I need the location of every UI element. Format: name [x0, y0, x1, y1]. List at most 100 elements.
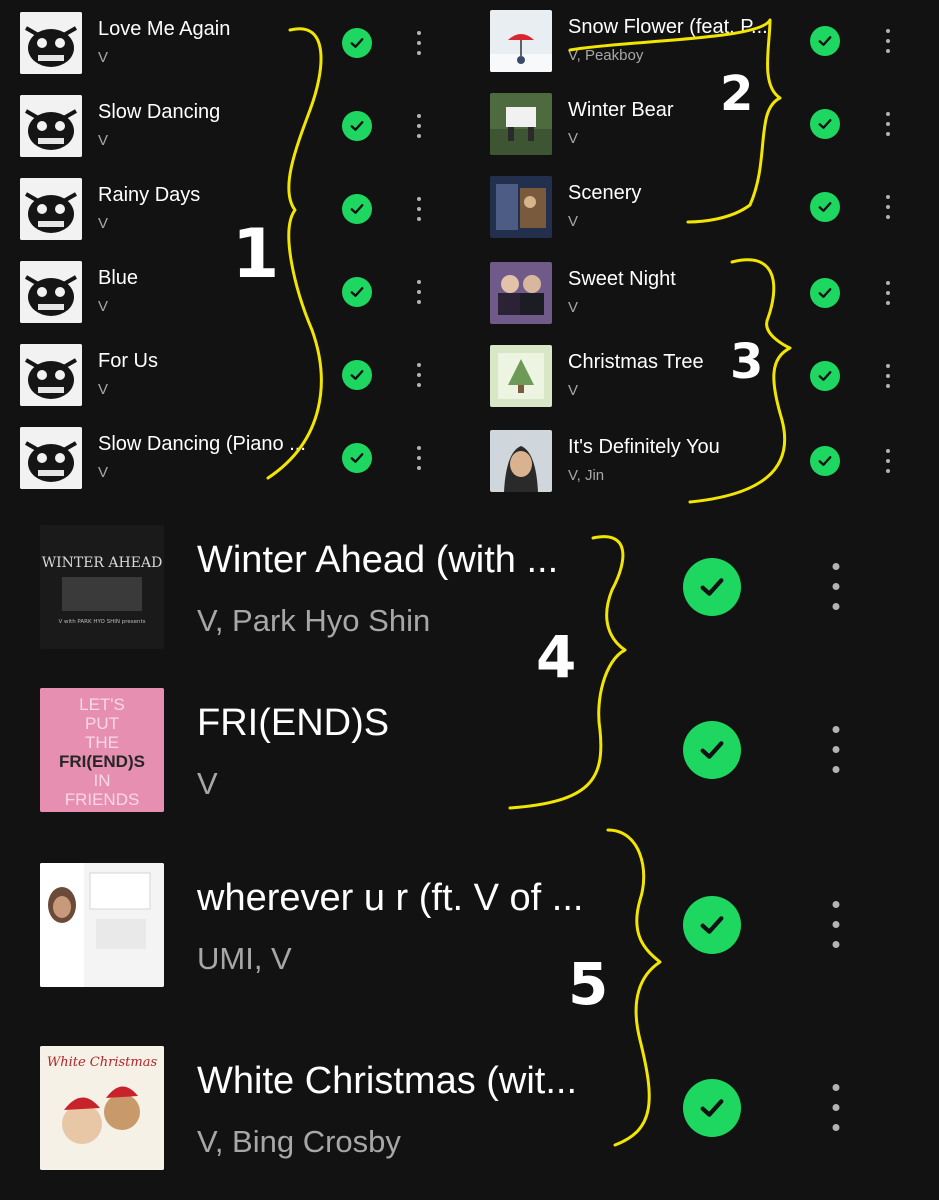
more-vertical-icon[interactable]: [883, 446, 893, 476]
track-row[interactable]: LET'S PUT THE FRI(END)S IN FRIENDS FRI(E…: [40, 688, 860, 812]
track-row[interactable]: wherever u r (ft. V of ... UMI, V: [40, 863, 860, 987]
track-title: Slow Dancing (Piano ...: [98, 433, 306, 455]
track-title: Snow Flower (feat. P...: [568, 16, 768, 38]
track-title: It's Definitely You: [568, 436, 720, 458]
album-cover-winter-bear: [490, 93, 552, 155]
more-vertical-icon[interactable]: [883, 192, 893, 222]
annotation-label-3: 3: [730, 334, 764, 390]
check-circle-icon[interactable]: [810, 446, 840, 476]
track-row[interactable]: Sweet Night V: [490, 262, 910, 324]
track-artist: V, Jin: [568, 467, 605, 484]
track-artist: V, Park Hyo Shin: [197, 603, 431, 638]
check-circle-icon[interactable]: [342, 28, 372, 58]
track-artist: V: [98, 49, 109, 66]
cover-title-text: WINTER AHEAD: [42, 555, 163, 571]
track-row[interactable]: Winter Bear V: [490, 93, 910, 155]
check-circle-icon[interactable]: [810, 278, 840, 308]
more-vertical-icon[interactable]: [414, 443, 424, 473]
cover-line: FRI(END)S: [59, 752, 145, 771]
track-title: wherever u r (ft. V of ...: [197, 877, 584, 919]
track-row[interactable]: White Christmas White Christmas (wit... …: [40, 1046, 860, 1170]
album-cover-friends: LET'S PUT THE FRI(END)S IN FRIENDS: [40, 688, 164, 812]
annotation-label-5: 5: [568, 950, 609, 1018]
more-vertical-icon[interactable]: [414, 277, 424, 307]
track-artist: V: [568, 130, 579, 147]
annotation-label-4: 4: [536, 623, 577, 691]
more-vertical-icon[interactable]: [883, 26, 893, 56]
album-cover-rainy-days: [20, 178, 82, 240]
album-cover-sweet-night: [490, 262, 552, 324]
track-title: White Christmas (wit...: [197, 1060, 578, 1102]
track-artist: UMI, V: [197, 941, 292, 976]
check-circle-icon[interactable]: [342, 360, 372, 390]
album-cover-its-definitely-you: [490, 430, 552, 492]
album-cover-blue: [20, 261, 82, 323]
track-row[interactable]: Love Me Again V: [20, 12, 440, 74]
album-cover-snow-flower: [490, 10, 552, 72]
check-circle-icon[interactable]: [683, 1079, 741, 1137]
track-row[interactable]: Scenery V: [490, 176, 910, 238]
cover-line: THE: [85, 733, 119, 752]
more-vertical-icon[interactable]: [414, 111, 424, 141]
annotation-label-2: 2: [720, 66, 754, 122]
track-artist: V: [568, 382, 579, 399]
track-row[interactable]: Christmas Tree V: [490, 345, 910, 407]
track-row[interactable]: WINTER AHEAD V with PARK HYO SHIN presen…: [40, 525, 860, 649]
cover-line: FRIENDS: [65, 790, 140, 809]
check-circle-icon[interactable]: [810, 361, 840, 391]
more-vertical-icon[interactable]: [883, 361, 893, 391]
check-circle-icon[interactable]: [683, 896, 741, 954]
check-circle-icon[interactable]: [342, 277, 372, 307]
track-artist: V: [197, 766, 218, 801]
track-row[interactable]: It's Definitely You V, Jin: [490, 430, 910, 492]
check-circle-icon[interactable]: [683, 721, 741, 779]
track-title: Sweet Night: [568, 268, 676, 290]
cover-line: LET'S: [79, 695, 125, 714]
album-cover-slow-dancing-piano: [20, 427, 82, 489]
track-artist: V: [568, 213, 579, 230]
track-row[interactable]: Blue V: [20, 261, 440, 323]
more-vertical-icon[interactable]: [414, 194, 424, 224]
track-artist: V: [98, 381, 109, 398]
album-cover-scenery: [490, 176, 552, 238]
track-row[interactable]: For Us V: [20, 344, 440, 406]
check-circle-icon[interactable]: [342, 443, 372, 473]
more-vertical-icon[interactable]: [830, 558, 842, 616]
more-vertical-icon[interactable]: [830, 1079, 842, 1137]
track-row[interactable]: Slow Dancing (Piano ... V: [20, 427, 440, 489]
track-title: For Us: [98, 350, 158, 372]
track-artist: V: [98, 132, 109, 149]
album-cover-white-christmas: White Christmas: [40, 1046, 164, 1170]
track-artist: V, Peakboy: [568, 47, 644, 64]
track-artist: V, Bing Crosby: [197, 1124, 401, 1159]
more-vertical-icon[interactable]: [414, 360, 424, 390]
more-vertical-icon[interactable]: [830, 721, 842, 779]
track-row[interactable]: Rainy Days V: [20, 178, 440, 240]
track-title: Rainy Days: [98, 184, 201, 206]
track-artist: V: [98, 215, 109, 232]
check-circle-icon[interactable]: [810, 192, 840, 222]
check-circle-icon[interactable]: [810, 26, 840, 56]
check-circle-icon[interactable]: [342, 194, 372, 224]
check-circle-icon[interactable]: [810, 109, 840, 139]
more-vertical-icon[interactable]: [414, 28, 424, 58]
annotation-label-1: 1: [232, 215, 280, 294]
cover-line: IN: [94, 771, 111, 790]
album-cover-christmas-tree: [490, 345, 552, 407]
more-vertical-icon[interactable]: [883, 109, 893, 139]
more-vertical-icon[interactable]: [830, 896, 842, 954]
check-circle-icon[interactable]: [683, 558, 741, 616]
track-artist: V: [568, 299, 579, 316]
check-circle-icon[interactable]: [342, 111, 372, 141]
track-row[interactable]: Snow Flower (feat. P... V, Peakboy: [490, 10, 910, 72]
track-row[interactable]: Slow Dancing V: [20, 95, 440, 157]
more-vertical-icon[interactable]: [883, 278, 893, 308]
track-artist: V: [98, 298, 109, 315]
track-title: Winter Ahead (with ...: [197, 539, 559, 581]
cover-line: PUT: [85, 714, 119, 733]
track-title: Love Me Again: [98, 18, 231, 40]
cover-title-text: White Christmas: [47, 1055, 158, 1070]
track-title: Blue: [98, 267, 139, 289]
album-cover-wherever-u-r: [40, 863, 164, 987]
track-artist: V: [98, 464, 109, 481]
